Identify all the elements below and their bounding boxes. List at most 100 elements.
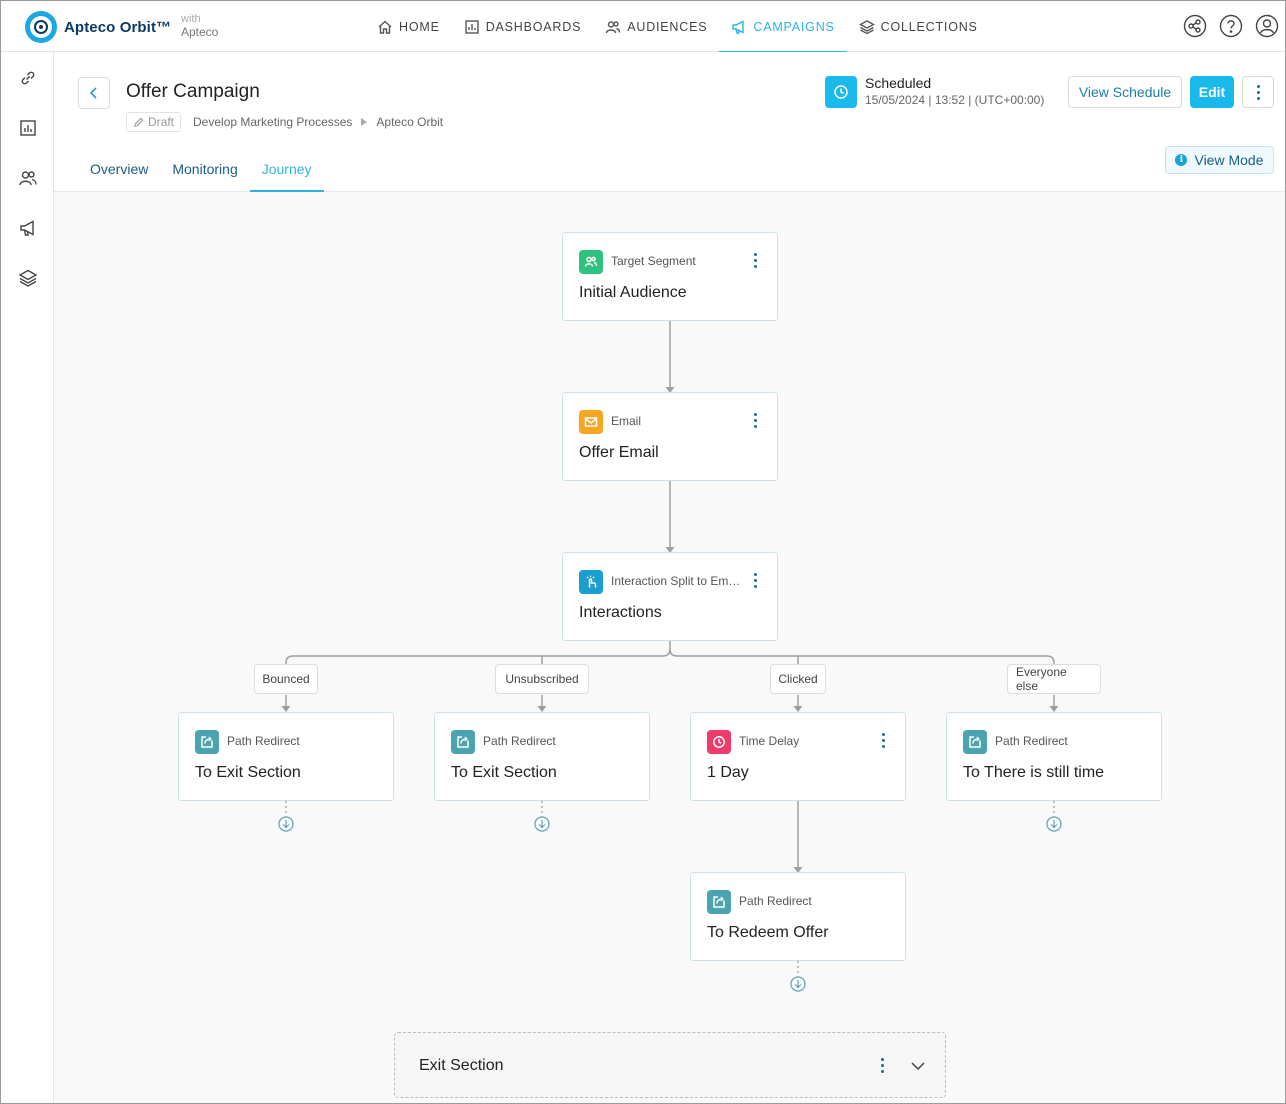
chevron-down-icon[interactable] bbox=[909, 1057, 927, 1075]
redirect-icon bbox=[963, 730, 987, 754]
layers-icon bbox=[858, 19, 875, 34]
journey-node-email[interactable]: Email Offer Email bbox=[562, 392, 778, 481]
view-mode-label: View Mode bbox=[1194, 152, 1264, 168]
email-icon bbox=[579, 410, 603, 434]
journey-connectors bbox=[281, 321, 1059, 975]
home-icon bbox=[378, 20, 392, 34]
nav-campaigns[interactable]: CAMPAIGNS bbox=[719, 1, 847, 53]
node-type-label: Path Redirect bbox=[227, 734, 300, 748]
campaign-header: Offer Campaign Draft Develop Marketing P… bbox=[54, 52, 1285, 192]
journey-node-path-redirect[interactable]: Path Redirect To Redeem Offer bbox=[690, 872, 906, 961]
nav-home-label: HOME bbox=[399, 19, 440, 34]
arrow-down-circle-icon bbox=[790, 976, 806, 992]
tab-journey[interactable]: Journey bbox=[249, 146, 324, 192]
clock-icon bbox=[707, 730, 731, 754]
journey-node-time-delay[interactable]: Time Delay 1 Day bbox=[690, 712, 906, 801]
tab-monitoring[interactable]: Monitoring bbox=[160, 146, 249, 192]
journey-canvas[interactable]: Target Segment Initial Audience Email Of… bbox=[54, 192, 1285, 1103]
app-window: Apteco Orbit™ with Apteco HOME DASHBOARD… bbox=[0, 0, 1286, 1104]
rail-dashboard-icon[interactable] bbox=[18, 118, 38, 138]
exit-section[interactable]: Exit Section bbox=[394, 1032, 946, 1098]
kebab-icon bbox=[1256, 84, 1260, 100]
node-menu-kebab-icon[interactable] bbox=[754, 253, 757, 268]
audiences-icon bbox=[606, 20, 621, 33]
nav-collections-label: COLLECTIONS bbox=[880, 19, 978, 34]
rail-audiences-icon[interactable] bbox=[18, 168, 38, 188]
nav-collections[interactable]: COLLECTIONS bbox=[847, 1, 990, 52]
journey-node-target-segment[interactable]: Target Segment Initial Audience bbox=[562, 232, 778, 321]
node-type-label: Path Redirect bbox=[995, 734, 1068, 748]
node-type-label: Interaction Split to Em… bbox=[611, 574, 741, 588]
share-icon[interactable] bbox=[1183, 14, 1207, 38]
breadcrumb-item[interactable]: Apteco Orbit bbox=[376, 115, 443, 129]
page-title: Offer Campaign bbox=[126, 81, 260, 102]
branch-label-everyone-else[interactable]: Everyone else bbox=[1007, 664, 1101, 694]
arrow-down-circle-icon bbox=[1046, 816, 1062, 832]
node-type-label: Path Redirect bbox=[739, 894, 812, 908]
schedule-status: Scheduled bbox=[865, 75, 932, 91]
pencil-icon bbox=[134, 116, 144, 127]
rail-megaphone-icon[interactable] bbox=[18, 218, 38, 238]
node-type-label: Time Delay bbox=[739, 734, 800, 748]
node-name: Initial Audience bbox=[579, 284, 687, 301]
nav-audiences-label: AUDIENCES bbox=[627, 19, 708, 34]
nav-campaigns-label: CAMPAIGNS bbox=[753, 19, 835, 34]
node-menu-kebab-icon[interactable] bbox=[882, 733, 885, 748]
tab-overview[interactable]: Overview bbox=[78, 146, 160, 192]
clock-icon bbox=[825, 76, 857, 108]
chevron-left-icon bbox=[89, 87, 97, 99]
node-type-label: Email bbox=[611, 414, 642, 428]
journey-node-interaction-split[interactable]: Interaction Split to Em… Interactions bbox=[562, 552, 778, 641]
branch-label-clicked[interactable]: Clicked bbox=[770, 664, 826, 694]
with-brand: Apteco bbox=[181, 25, 219, 39]
status-badge-label: Draft bbox=[148, 115, 175, 129]
redirect-icon bbox=[451, 730, 475, 754]
node-menu-kebab-icon[interactable] bbox=[754, 573, 757, 588]
top-navigation: Apteco Orbit™ with Apteco HOME DASHBOARD… bbox=[1, 1, 1285, 53]
orbit-logo-icon bbox=[25, 11, 57, 43]
schedule-detail: 15/05/2024 | 13:52 | (UTC+00:00) bbox=[865, 93, 1045, 107]
branch-label-unsubscribed[interactable]: Unsubscribed bbox=[495, 664, 589, 694]
dashboard-icon bbox=[465, 19, 479, 34]
journey-node-path-redirect[interactable]: Path Redirect To Exit Section bbox=[434, 712, 650, 801]
brand-with: with Apteco bbox=[181, 13, 218, 39]
node-name: Interactions bbox=[579, 604, 662, 621]
node-name: 1 Day bbox=[707, 764, 749, 781]
more-options-button[interactable] bbox=[1242, 76, 1274, 108]
node-name: Offer Email bbox=[579, 444, 659, 461]
arrow-down-circle-icon bbox=[534, 816, 550, 832]
node-name: To Exit Section bbox=[195, 764, 301, 781]
megaphone-icon bbox=[732, 19, 745, 34]
link-icon[interactable] bbox=[18, 68, 38, 88]
info-icon: i bbox=[1175, 154, 1188, 166]
help-icon[interactable] bbox=[1219, 14, 1243, 38]
breadcrumb: Draft Develop Marketing Processes Apteco… bbox=[126, 112, 443, 132]
breadcrumb-separator-icon bbox=[361, 118, 368, 126]
left-rail bbox=[1, 52, 54, 1103]
top-right-icons bbox=[1183, 14, 1279, 38]
node-type-label: Target Segment bbox=[611, 254, 696, 268]
nav-audiences[interactable]: AUDIENCES bbox=[593, 1, 719, 52]
nav-home[interactable]: HOME bbox=[365, 1, 452, 52]
user-icon[interactable] bbox=[1255, 14, 1279, 38]
node-name: To Exit Section bbox=[451, 764, 557, 781]
view-schedule-button[interactable]: View Schedule bbox=[1068, 76, 1182, 108]
node-menu-kebab-icon[interactable] bbox=[754, 413, 757, 428]
arrow-down-circle-icon bbox=[278, 816, 294, 832]
rail-layers-icon[interactable] bbox=[18, 268, 38, 288]
edit-button[interactable]: Edit bbox=[1190, 76, 1234, 108]
nav-dashboards-label: DASHBOARDS bbox=[485, 19, 582, 34]
branch-label-bounced[interactable]: Bounced bbox=[254, 664, 318, 694]
nav-dashboards[interactable]: DASHBOARDS bbox=[452, 1, 594, 52]
journey-node-path-redirect[interactable]: Path Redirect To Exit Section bbox=[178, 712, 394, 801]
status-badge: Draft bbox=[126, 112, 182, 132]
audiences-icon bbox=[579, 250, 603, 274]
back-button[interactable] bbox=[78, 77, 110, 109]
brand-logo[interactable]: Apteco Orbit™ bbox=[25, 11, 171, 43]
breadcrumb-item[interactable]: Develop Marketing Processes bbox=[193, 115, 352, 129]
journey-node-path-redirect[interactable]: Path Redirect To There is still time bbox=[946, 712, 1162, 801]
main-nav: HOME DASHBOARDS AUDIENCES CAMPAIGNS COLL… bbox=[365, 1, 990, 53]
view-mode-button[interactable]: i View Mode bbox=[1165, 146, 1274, 174]
exit-section-kebab-icon[interactable] bbox=[881, 1058, 884, 1073]
redirect-icon bbox=[707, 890, 731, 914]
